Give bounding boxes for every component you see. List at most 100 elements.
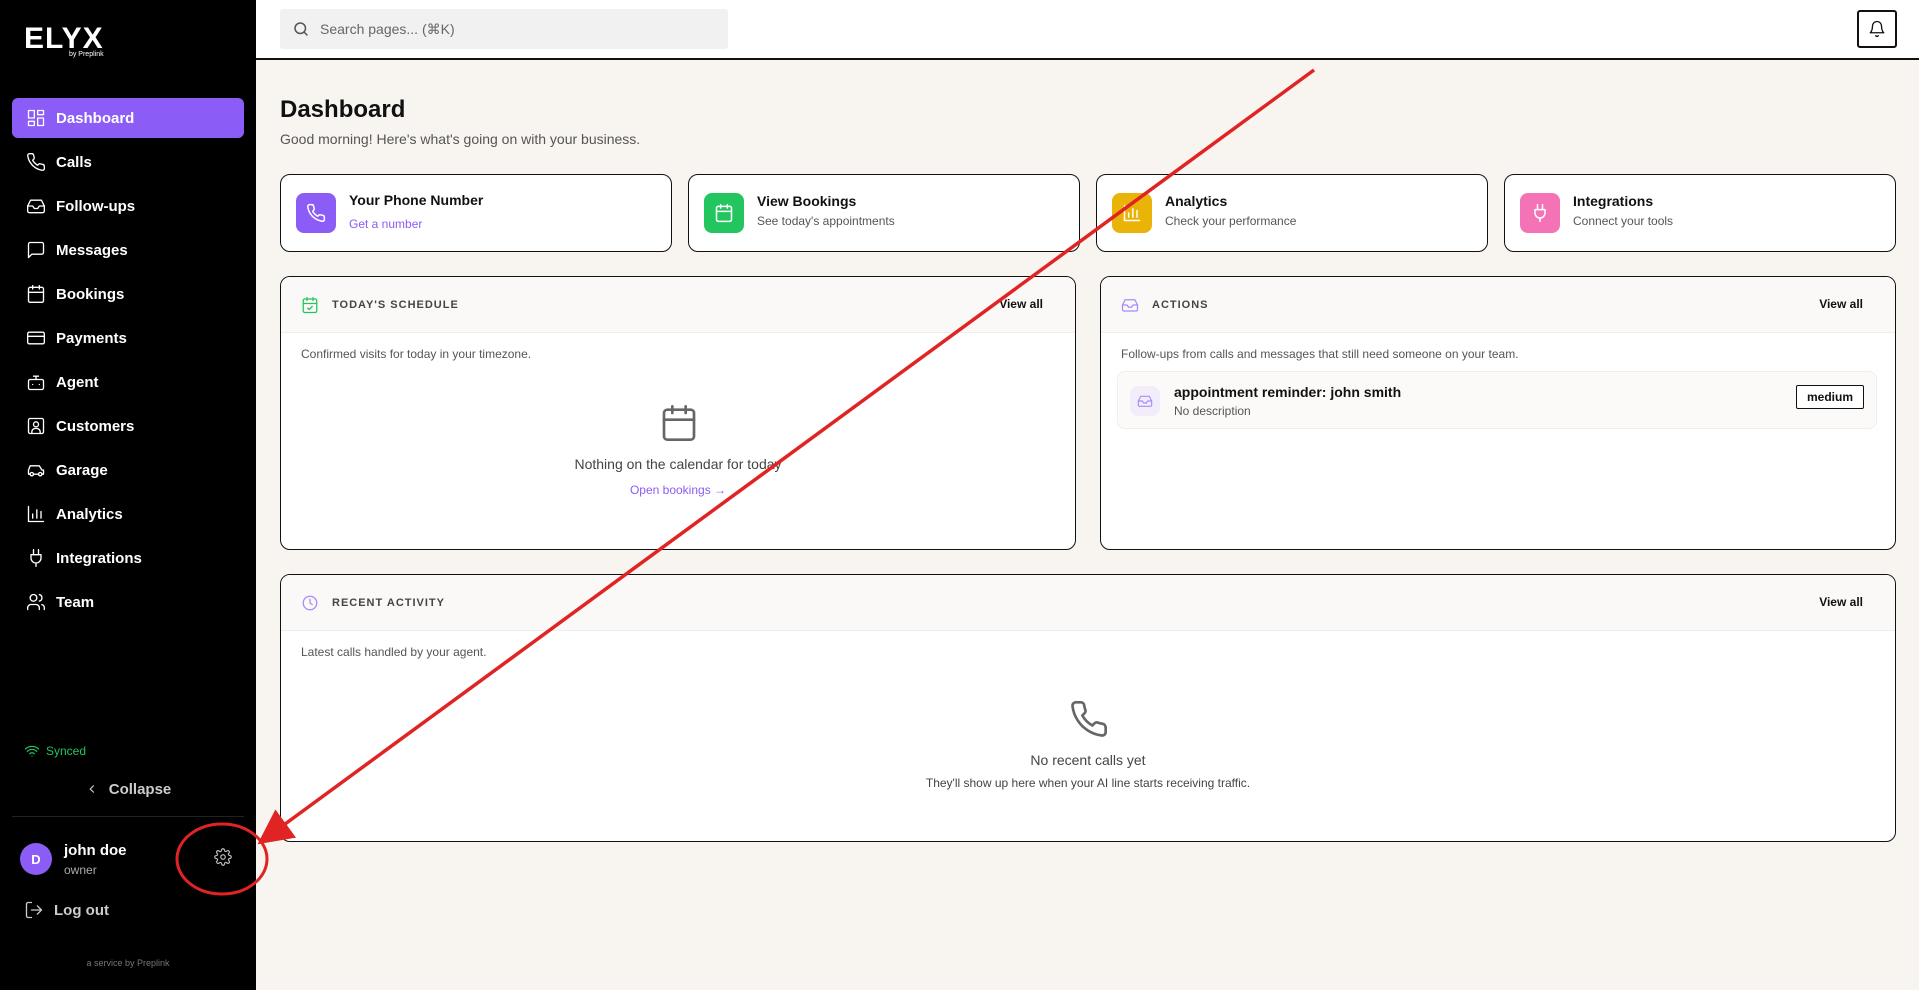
- phone-icon: [296, 193, 336, 233]
- contact-icon: [26, 416, 46, 436]
- quick-action-integrations[interactable]: Integrations Connect your tools: [1504, 174, 1896, 252]
- sidebar-item-label: Agent: [56, 373, 99, 391]
- notifications-button[interactable]: [1857, 10, 1897, 48]
- sidebar-item-label: Dashboard: [56, 109, 135, 127]
- sidebar-item-integrations[interactable]: Integrations: [12, 538, 244, 578]
- calendar-check-icon: [301, 296, 319, 314]
- open-bookings-link[interactable]: Open bookings →: [281, 483, 1075, 497]
- empty-state-title: No recent calls yet: [1030, 752, 1146, 768]
- car-icon: [26, 460, 46, 480]
- view-all-schedule-link[interactable]: View all: [999, 297, 1043, 311]
- sidebar-item-label: Team: [56, 593, 95, 611]
- logo[interactable]: ELYX by Preplink: [24, 22, 104, 59]
- inbox-icon: [1121, 296, 1139, 314]
- quick-action-title: Integrations: [1573, 193, 1654, 209]
- bot-icon: [26, 372, 46, 392]
- plug-icon: [26, 548, 46, 568]
- collapse-button[interactable]: Collapse: [0, 778, 256, 800]
- quick-action-title: Analytics: [1165, 193, 1228, 209]
- empty-state-title: Nothing on the calendar for today: [574, 456, 782, 472]
- clock-icon: [301, 594, 319, 612]
- view-all-activity-link[interactable]: View all: [1819, 595, 1863, 609]
- sidebar-item-agent[interactable]: Agent: [12, 362, 244, 402]
- logout-label: Log out: [54, 901, 109, 919]
- avatar[interactable]: D: [20, 843, 52, 875]
- priority-badge: medium: [1795, 385, 1864, 409]
- sidebar-item-label: Customers: [56, 417, 135, 435]
- quick-action-subtitle: Connect your tools: [1573, 214, 1674, 228]
- user-name: john doe: [64, 842, 127, 859]
- view-all-actions-link[interactable]: View all: [1819, 297, 1863, 311]
- sidebar: ELYX by Preplink Dashboard Calls Follow-…: [0, 0, 256, 990]
- sidebar-item-team[interactable]: Team: [12, 582, 244, 622]
- search-input[interactable]: [320, 21, 700, 37]
- action-title: appointment reminder: john smith: [1174, 384, 1402, 400]
- sidebar-item-label: Garage: [56, 461, 108, 479]
- empty-state-subtitle: They'll show up here when your AI line s…: [925, 776, 1251, 790]
- chevron-left-icon: [89, 785, 94, 793]
- user-role: owner: [64, 863, 97, 877]
- sidebar-item-label: Calls: [56, 153, 92, 171]
- sidebar-item-label: Messages: [56, 241, 128, 259]
- sidebar-item-messages[interactable]: Messages: [12, 230, 244, 270]
- sidebar-item-follow-ups[interactable]: Follow-ups: [12, 186, 244, 226]
- quick-action-subtitle: See today's appointments: [757, 214, 895, 228]
- sidebar-item-payments[interactable]: Payments: [12, 318, 244, 358]
- user-profile: D john doe owner: [20, 842, 244, 882]
- sidebar-item-label: Integrations: [56, 549, 142, 567]
- dashboard-icon: [26, 108, 46, 128]
- sidebar-item-analytics[interactable]: Analytics: [12, 494, 244, 534]
- phone-icon: [26, 152, 46, 172]
- sidebar-divider: [12, 816, 244, 817]
- quick-action-phone-number[interactable]: Your Phone Number Get a number: [280, 174, 672, 252]
- actions-panel: ACTIONS View all Follow-ups from calls a…: [1100, 276, 1896, 550]
- bar-chart-icon: [26, 504, 46, 524]
- inbox-icon: [26, 196, 46, 216]
- calendar-icon: [659, 403, 699, 443]
- sidebar-item-label: Analytics: [56, 505, 123, 523]
- settings-button[interactable]: [214, 848, 236, 870]
- get-number-link[interactable]: Get a number: [349, 217, 422, 231]
- action-description: No description: [1174, 404, 1251, 418]
- sidebar-item-calls[interactable]: Calls: [12, 142, 244, 182]
- gear-icon: [214, 848, 232, 866]
- page-title: Dashboard: [280, 96, 406, 123]
- logout-icon: [25, 901, 43, 919]
- list-item[interactable]: appointment reminder: john smith No desc…: [1117, 371, 1877, 429]
- message-icon: [26, 240, 46, 260]
- panel-title: RECENT ACTIVITY: [332, 597, 445, 609]
- panel-title: TODAY'S SCHEDULE: [332, 299, 459, 311]
- panel-description: Latest calls handled by your agent.: [301, 645, 487, 659]
- sidebar-item-garage[interactable]: Garage: [12, 450, 244, 490]
- wifi-icon: [24, 745, 40, 757]
- calendar-icon: [704, 193, 744, 233]
- panel-description: Follow-ups from calls and messages that …: [1121, 347, 1519, 361]
- sidebar-item-label: Bookings: [56, 285, 125, 303]
- search-bar[interactable]: [280, 9, 728, 49]
- panel-header: RECENT ACTIVITY View all: [281, 575, 1895, 631]
- sidebar-item-dashboard[interactable]: Dashboard: [12, 98, 244, 138]
- sidebar-item-customers[interactable]: Customers: [12, 406, 244, 446]
- sidebar-item-bookings[interactable]: Bookings: [12, 274, 244, 314]
- search-icon: [294, 22, 308, 36]
- panel-header: TODAY'S SCHEDULE View all: [281, 277, 1075, 333]
- sync-status-label: Synced: [46, 744, 87, 758]
- logo-wordmark: ELYX: [24, 22, 104, 55]
- calendar-icon: [26, 284, 46, 304]
- recent-activity-panel: RECENT ACTIVITY View all Latest calls ha…: [280, 574, 1896, 842]
- panel-title: ACTIONS: [1152, 299, 1209, 311]
- quick-action-analytics[interactable]: Analytics Check your performance: [1096, 174, 1488, 252]
- quick-action-title: Your Phone Number: [349, 192, 484, 208]
- credit-card-icon: [26, 328, 46, 348]
- quick-action-view-bookings[interactable]: View Bookings See today's appointments: [688, 174, 1080, 252]
- panel-header: ACTIONS View all: [1101, 277, 1895, 333]
- panel-description: Confirmed visits for today in your timez…: [301, 347, 532, 361]
- sidebar-item-label: Payments: [56, 329, 127, 347]
- sidebar-nav: Dashboard Calls Follow-ups Messages Book…: [12, 98, 244, 626]
- service-footer: a service by Preplink: [86, 958, 170, 968]
- collapse-label: Collapse: [108, 780, 172, 798]
- quick-action-title: View Bookings: [757, 193, 857, 209]
- logout-button[interactable]: Log out: [24, 900, 109, 920]
- sidebar-item-label: Follow-ups: [56, 197, 136, 215]
- bar-chart-icon: [1112, 193, 1152, 233]
